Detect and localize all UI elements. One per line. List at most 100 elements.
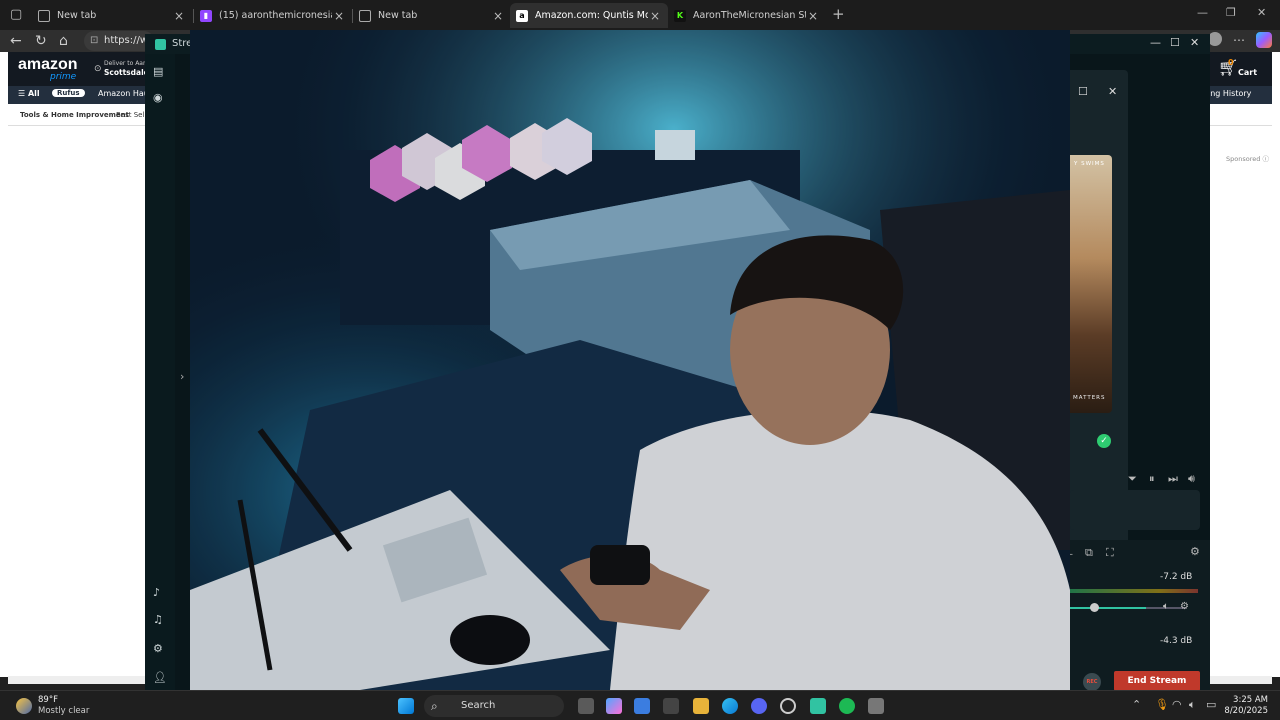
copilot-taskbar-icon[interactable] (606, 698, 622, 714)
tab-label: New tab (378, 10, 418, 21)
weather-desc[interactable]: Mostly clear (38, 706, 89, 716)
rufus-button[interactable]: Rufus (52, 89, 85, 97)
db-level-bottom: -4.3 dB (1160, 636, 1193, 646)
tab-twitch[interactable]: ▮ (15) aaronthemicronesian - Video × (194, 3, 352, 28)
battery-icon[interactable]: ▭ (1206, 698, 1216, 711)
source-settings-icon[interactable]: ⚙ (1180, 601, 1189, 612)
expand-chevron-icon[interactable]: › (180, 370, 184, 383)
thumbnail-text-top: Y SWIMS (1074, 161, 1105, 167)
back-icon[interactable]: ← (10, 33, 22, 49)
tab-label: AaronTheMicronesian Stream - W (693, 10, 806, 21)
maximize-icon[interactable]: ☐ (1170, 36, 1180, 49)
stream-thumbnail: Y SWIMS MATTERS (1070, 155, 1112, 413)
check-icon: ✓ (1097, 434, 1111, 448)
kick-icon: K (674, 9, 686, 22)
obs-icon[interactable] (780, 698, 796, 714)
clock-date[interactable]: 8/20/2025 (1222, 706, 1268, 716)
studio-icon[interactable]: ▤ (153, 65, 163, 78)
close-icon[interactable]: × (806, 9, 820, 23)
audio-mixer: – ⧉ ⛶ ⚙ -7.2 dB 🔈︎ ⚙ -4.3 dB REC End Str… (1068, 540, 1210, 691)
refresh-icon[interactable]: ↻ (35, 33, 47, 49)
cart-label[interactable]: Cart (1238, 68, 1257, 77)
pip-icon[interactable]: ⧉ (1085, 546, 1093, 560)
volume-icon[interactable]: 🔊︎ (1188, 472, 1195, 486)
start-icon[interactable] (398, 698, 414, 714)
pause-icon[interactable]: ⏸ (1149, 472, 1155, 486)
close-icon[interactable]: × (648, 9, 662, 23)
edge-icon[interactable] (722, 698, 738, 714)
weather-icon[interactable] (16, 698, 32, 714)
page-icon (359, 9, 371, 22)
spotify-icon[interactable] (839, 698, 855, 714)
weather-temp[interactable]: 89°F (38, 695, 58, 705)
copilot-icon[interactable] (1256, 32, 1272, 48)
filter-icon[interactable]: ⏷ (1128, 472, 1137, 486)
tab-new-tab-1[interactable]: New tab × (32, 3, 192, 28)
restore-icon[interactable]: ❐ (1226, 6, 1236, 19)
close-panel-icon[interactable]: ✕ (1108, 85, 1117, 98)
streamlabs-logo-icon (155, 39, 166, 50)
streamlabs-icon[interactable] (810, 698, 826, 714)
new-tab-button[interactable]: + (832, 5, 845, 23)
wifi-icon[interactable]: ◠ (1172, 698, 1182, 711)
sponsored-label: Sponsored ⓘ (1226, 155, 1269, 163)
file-explorer-icon[interactable] (693, 698, 709, 714)
windows-taskbar: 89°F Mostly clear ⌕ Search ⌃ 🎙︎ ◠ 🔈︎ ▭ 3… (0, 690, 1280, 720)
rec-button[interactable]: REC (1083, 673, 1101, 691)
all-menu-button[interactable]: ☰ All (18, 89, 40, 98)
tab-actions-icon[interactable]: ▢ (10, 7, 22, 22)
mixer-settings-icon[interactable]: ⚙ (1190, 545, 1200, 558)
cart-count: 0 (1228, 58, 1234, 67)
home-icon[interactable]: ⌂ (59, 33, 68, 49)
amazon-icon: a (516, 9, 528, 22)
discord-icon[interactable] (751, 698, 767, 714)
amazon-haul-link[interactable]: Amazon Haul (98, 89, 151, 98)
page-icon (38, 9, 50, 22)
task-view-icon[interactable] (578, 698, 594, 714)
settings-icon[interactable]: ⚙ (153, 642, 163, 655)
url-input[interactable]: ⊡ https://ww (84, 31, 156, 51)
twitch-icon: ▮ (200, 9, 212, 22)
chat-box[interactable] (1070, 490, 1200, 530)
apps-icon[interactable]: ♫ (153, 613, 163, 626)
store-icon[interactable] (634, 698, 650, 714)
mute-icon[interactable]: 🔈︎ (1163, 601, 1169, 612)
profile-icon[interactable]: 👤︎ (153, 671, 167, 684)
app-icon[interactable] (663, 698, 679, 714)
minimize-icon[interactable]: — (1197, 6, 1208, 19)
browser-tab-strip: ▢ New tab × ▮ (15) aaronthemicronesian -… (0, 0, 1280, 30)
thumbnail-text-bottom: MATTERS (1073, 395, 1106, 401)
close-icon[interactable]: ✕ (1190, 36, 1199, 49)
fullscreen-icon[interactable]: ⛶ (1106, 546, 1114, 560)
next-icon[interactable]: ⏭ (1168, 472, 1178, 486)
live-dock-icon[interactable]: ◉ (153, 91, 163, 104)
tab-label: Amazon.com: Quntis Monitor Lig (535, 10, 648, 21)
close-icon[interactable]: × (332, 9, 346, 23)
db-level-top: -7.2 dB (1160, 572, 1193, 582)
settings-app-icon[interactable] (868, 698, 884, 714)
popout-icon[interactable]: ☐ (1078, 85, 1088, 98)
clock-time[interactable]: 3:25 AM (1228, 695, 1268, 705)
lock-icon: ⊡ (90, 35, 99, 46)
tools-home-link[interactable]: Tools & Home Improvement (20, 111, 129, 119)
tab-kick[interactable]: K AaronTheMicronesian Stream - W × (668, 3, 826, 28)
close-icon[interactable]: × (172, 9, 186, 23)
tab-new-tab-2[interactable]: New tab × (353, 3, 511, 28)
speaker-icon[interactable]: 🔈︎ (1189, 698, 1196, 712)
webcam-scene (190, 30, 1070, 690)
browsing-history-link[interactable]: ing History (1208, 89, 1251, 98)
volume-slider-fill (1068, 607, 1146, 609)
close-icon[interactable]: × (491, 9, 505, 23)
tiktok-icon[interactable]: ♪ (153, 586, 160, 599)
profile-avatar[interactable] (1208, 32, 1222, 46)
more-menu-icon[interactable]: ⋯ (1233, 33, 1245, 47)
tab-amazon[interactable]: a Amazon.com: Quntis Monitor Lig × (510, 3, 668, 28)
volume-slider-handle[interactable] (1090, 603, 1099, 612)
close-window-icon[interactable]: ✕ (1257, 6, 1266, 19)
end-stream-button[interactable]: End Stream (1114, 671, 1200, 691)
microphone-icon[interactable]: 🎙︎ (1155, 698, 1169, 711)
minimize-icon[interactable]: — (1150, 36, 1161, 49)
tab-label: New tab (57, 10, 97, 21)
chevron-up-icon[interactable]: ⌃ (1132, 698, 1141, 711)
search-box[interactable]: ⌕ Search (424, 695, 564, 717)
